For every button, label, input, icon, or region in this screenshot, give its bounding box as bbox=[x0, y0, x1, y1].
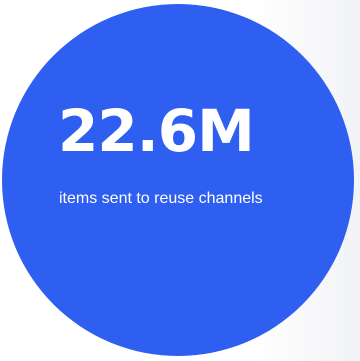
stat-card: 22.6M items sent to reuse channels bbox=[0, 0, 360, 361]
stat-circle bbox=[2, 4, 354, 356]
stat-caption: items sent to reuse channels bbox=[59, 190, 263, 207]
stat-value: 22.6M bbox=[58, 97, 255, 165]
